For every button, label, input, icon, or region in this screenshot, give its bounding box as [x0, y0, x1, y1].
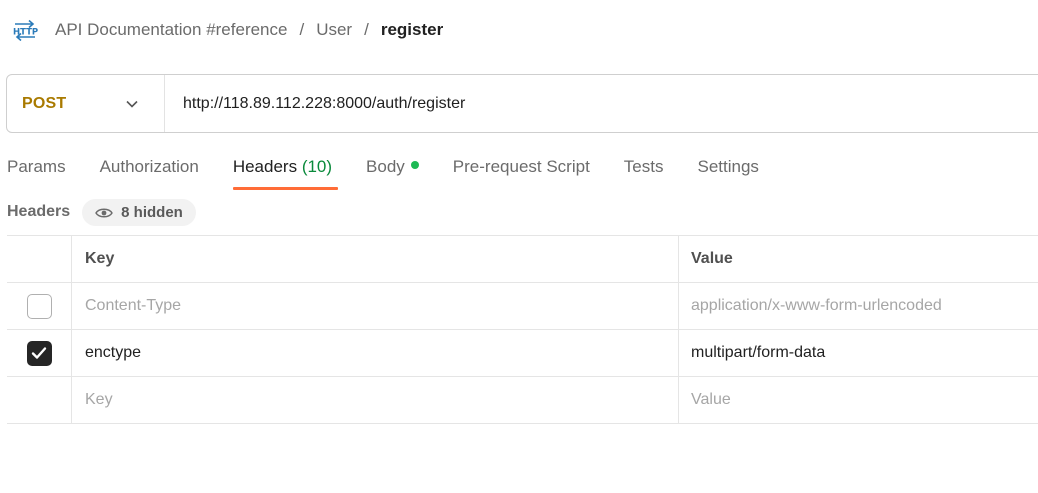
headers-title: Headers [7, 203, 71, 220]
tab-label: Body [366, 157, 405, 176]
header-value[interactable]: application/x-www-form-urlencoded [678, 283, 1038, 329]
body-indicator-dot [410, 161, 419, 169]
tab-label: Pre-request Script [452, 157, 590, 176]
row-checkbox-cell [7, 283, 71, 329]
headers-subheader: Headers 8 hidden [7, 198, 196, 226]
hidden-headers-toggle[interactable]: 8 hidden [82, 198, 196, 226]
table-row-new: Key Value [7, 377, 1038, 424]
row-checkbox[interactable] [26, 293, 52, 319]
row-checkbox[interactable] [26, 340, 52, 366]
breadcrumb-collection[interactable]: API Documentation #reference [55, 20, 287, 40]
breadcrumb: HTTP API Documentation #reference / User… [12, 16, 443, 44]
headers-count: (10) [301, 157, 333, 176]
header-key[interactable]: enctype [71, 330, 678, 376]
row-checkbox-cell [7, 377, 71, 423]
tab-tests[interactable]: Tests [624, 153, 664, 189]
new-value-input[interactable]: Value [678, 377, 1038, 423]
new-key-input[interactable]: Key [71, 377, 678, 423]
tab-label: Headers [232, 157, 298, 176]
header-key[interactable]: Content-Type [71, 283, 678, 329]
tab-params[interactable]: Params [7, 153, 66, 189]
table-row: enctype multipart/form-data [7, 330, 1038, 377]
tab-label: Settings [697, 157, 759, 176]
request-name[interactable]: register [381, 20, 443, 40]
svg-text:HTTP: HTTP [13, 28, 38, 38]
url-bar: POST http://118.89.112.228:8000/auth/reg… [6, 74, 1038, 133]
table-row: Content-Type application/x-www-form-urle… [7, 283, 1038, 330]
tab-label: Tests [623, 157, 664, 176]
request-tabs: Params Authorization Headers (10) Body P… [7, 153, 793, 190]
row-checkbox-cell [7, 330, 71, 376]
breadcrumb-separator: / [299, 20, 305, 39]
headers-table: Key Value Content-Type application/x-www… [7, 235, 1038, 424]
request-editor: HTTP API Documentation #reference / User… [0, 0, 1038, 493]
tab-body[interactable]: Body [366, 153, 419, 189]
url-input[interactable]: http://118.89.112.228:8000/auth/register [183, 95, 465, 113]
tab-label: Params [7, 157, 66, 176]
header-value[interactable]: multipart/form-data [678, 330, 1038, 376]
breadcrumb-folder[interactable]: User [316, 20, 352, 40]
tab-pre-request-script[interactable]: Pre-request Script [453, 153, 590, 189]
breadcrumb-separator: / [364, 20, 369, 39]
checkmark-icon [31, 347, 47, 359]
key-column-header: Key [71, 236, 678, 282]
table-header-row: Key Value [7, 236, 1038, 283]
value-column-header: Value [678, 236, 1038, 282]
checkbox-column-header [7, 236, 71, 282]
hidden-count-label: 8 hidden [121, 203, 183, 221]
chevron-down-icon [125, 97, 139, 111]
tab-authorization[interactable]: Authorization [100, 153, 199, 189]
method-select[interactable]: POST [7, 75, 165, 132]
tab-settings[interactable]: Settings [697, 153, 758, 189]
tab-label: Authorization [99, 157, 199, 176]
tab-headers[interactable]: Headers (10) [232, 153, 339, 190]
method-label: POST [22, 94, 67, 112]
eye-icon [95, 206, 113, 218]
http-request-icon: HTTP [12, 18, 38, 42]
